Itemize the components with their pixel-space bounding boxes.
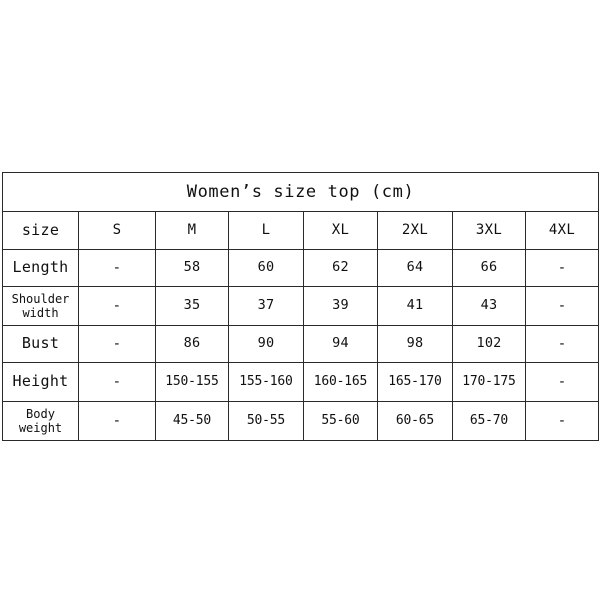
cell-bust-xl: 94 — [303, 325, 378, 363]
cell-weight-2xl: 60-65 — [377, 401, 453, 441]
womens-size-chart-table: Women’s size top (cm) size S M L XL 2XL … — [1, 172, 600, 441]
header-cell-l: L — [228, 211, 304, 250]
header-cell-m: M — [155, 211, 229, 250]
cell-height-s: - — [78, 362, 156, 402]
cell-bust-2xl: 98 — [377, 325, 453, 363]
cell-bust-4xl: - — [524, 325, 600, 363]
table-row: Body weight - 45-50 50-55 55-60 60-65 65-… — [2, 401, 600, 441]
cell-shoulder-3xl: 43 — [452, 286, 526, 326]
row-label-line-2: weight — [18, 421, 63, 435]
cell-shoulder-4xl: - — [524, 286, 600, 326]
cell-height-2xl: 165-170 — [377, 362, 453, 402]
chart-title: Women’s size top (cm) — [1, 172, 600, 212]
row-label-length: Length — [2, 249, 79, 287]
table-row: Shoulder width - 35 37 39 41 43 - — [2, 286, 600, 326]
header-cell-2xl: 2XL — [377, 211, 453, 250]
row-label-shoulder-width: Shoulder width — [2, 286, 79, 326]
cell-shoulder-s: - — [78, 286, 156, 326]
cell-length-4xl: - — [524, 249, 600, 287]
header-cell-xl: XL — [303, 211, 378, 250]
cell-weight-l: 50-55 — [228, 401, 304, 441]
cell-length-s: - — [78, 249, 156, 287]
row-label-height: Height — [2, 362, 79, 402]
row-label-line-1: Shoulder — [11, 291, 70, 306]
cell-weight-xl: 55-60 — [303, 401, 378, 441]
cell-height-3xl: 170-175 — [452, 362, 526, 402]
row-label-bust: Bust — [2, 325, 79, 363]
table-row: Height - 150-155 155-160 160-165 165-170… — [2, 362, 600, 402]
cell-shoulder-2xl: 41 — [377, 286, 453, 326]
cell-weight-3xl: 65-70 — [452, 401, 526, 441]
cell-length-xl: 62 — [303, 249, 378, 287]
cell-weight-s: - — [78, 401, 156, 441]
cell-shoulder-l: 37 — [228, 286, 304, 326]
row-label-line-1: Body — [26, 406, 55, 421]
cell-height-xl: 160-165 — [303, 362, 378, 402]
header-cell-4xl: 4XL — [524, 211, 600, 250]
row-label-line-2: width — [22, 306, 59, 320]
cell-shoulder-m: 35 — [155, 286, 229, 326]
cell-length-3xl: 66 — [452, 249, 526, 287]
header-cell-3xl: 3XL — [452, 211, 526, 250]
size-chart-container: Women’s size top (cm) size S M L XL 2XL … — [1, 172, 600, 441]
table-row: Length - 58 60 62 64 66 - — [2, 249, 600, 287]
cell-bust-3xl: 102 — [452, 325, 526, 363]
cell-length-m: 58 — [155, 249, 229, 287]
cell-height-4xl: - — [524, 362, 600, 402]
header-cell-size: size — [2, 211, 79, 250]
row-label-body-weight: Body weight — [2, 401, 79, 441]
header-cell-s: S — [78, 211, 156, 250]
cell-height-l: 155-160 — [228, 362, 304, 402]
cell-shoulder-xl: 39 — [303, 286, 378, 326]
table-header-row: size S M L XL 2XL 3XL 4XL — [2, 211, 600, 250]
cell-bust-m: 86 — [155, 325, 229, 363]
cell-length-2xl: 64 — [377, 249, 453, 287]
cell-weight-4xl: - — [524, 401, 600, 441]
cell-weight-m: 45-50 — [155, 401, 229, 441]
cell-bust-s: - — [78, 325, 156, 363]
cell-bust-l: 90 — [228, 325, 304, 363]
cell-length-l: 60 — [228, 249, 304, 287]
table-title-row: Women’s size top (cm) — [1, 172, 600, 212]
table-row: Bust - 86 90 94 98 102 - — [2, 325, 600, 363]
cell-height-m: 150-155 — [155, 362, 229, 402]
